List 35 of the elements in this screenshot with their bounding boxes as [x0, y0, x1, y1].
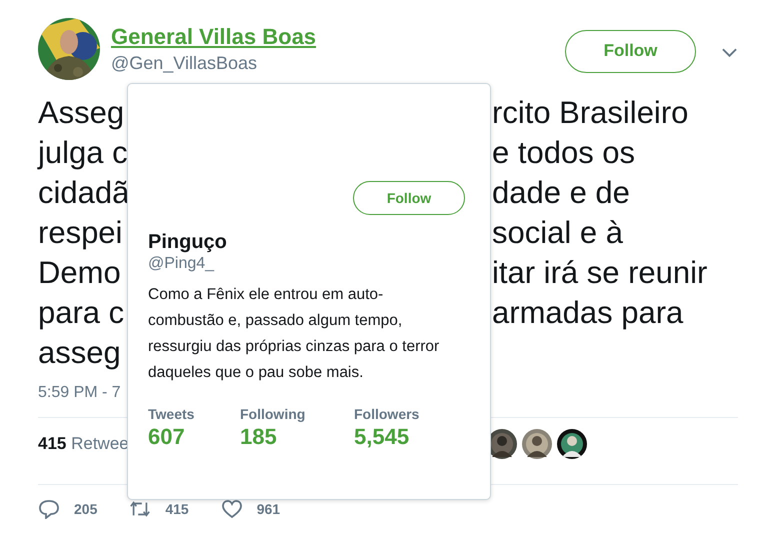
tweet-text: Asseg: [38, 94, 124, 132]
tweet-text: cidadã: [38, 174, 130, 212]
author-handle: @Gen_VillasBoas: [111, 52, 258, 75]
follow-button[interactable]: Follow: [353, 181, 465, 215]
tweet-text: dade e de: [492, 174, 630, 212]
author-name[interactable]: General Villas Boas: [111, 23, 565, 51]
tweet-text: armadas para: [492, 294, 684, 332]
retweet-icon[interactable]: [129, 499, 152, 519]
action-count: 961: [256, 501, 280, 517]
stat-value[interactable]: 5,545: [354, 423, 446, 451]
profile-bio: Como a Fênix ele entrou em auto-combustão e, passado algum tempo, ressurgiu das próprias cinzas para o terror daqueles que o pau sobe mais.: [148, 285, 440, 383]
action-count: 415: [165, 501, 189, 517]
tweet-text: social e à: [492, 214, 623, 252]
tweet-text: e todos os: [492, 134, 636, 172]
profile-name[interactable]: Pinguço: [148, 230, 227, 254]
reply-icon[interactable]: [38, 499, 60, 519]
tweet-text: respei: [38, 214, 122, 252]
tweet-text: para c: [38, 294, 124, 332]
stat-label[interactable]: Tweets: [148, 405, 240, 423]
stat-label[interactable]: Following: [240, 405, 354, 423]
stat-value[interactable]: 185: [240, 423, 354, 451]
tweet-text: julga c: [38, 134, 128, 172]
stat-label[interactable]: Followers: [354, 405, 446, 423]
heart-icon[interactable]: [220, 499, 243, 519]
tweet-timestamp: 5:59 PM - 7: [38, 383, 122, 403]
stat-value[interactable]: 607: [148, 423, 240, 451]
follow-button[interactable]: Follow: [565, 30, 696, 72]
tweet-text: Demo: [38, 254, 121, 292]
tweet-text: rcito Brasileiro: [492, 94, 688, 132]
profile-handle: @Ping4_: [148, 254, 214, 274]
chevron-down-icon[interactable]: [722, 48, 737, 58]
tweet-text: itar irá se reunir: [492, 254, 708, 292]
action-count: 205: [74, 501, 98, 517]
tweet-text: asseg: [38, 334, 121, 372]
retweet-count: 415 Retwee: [38, 434, 129, 454]
